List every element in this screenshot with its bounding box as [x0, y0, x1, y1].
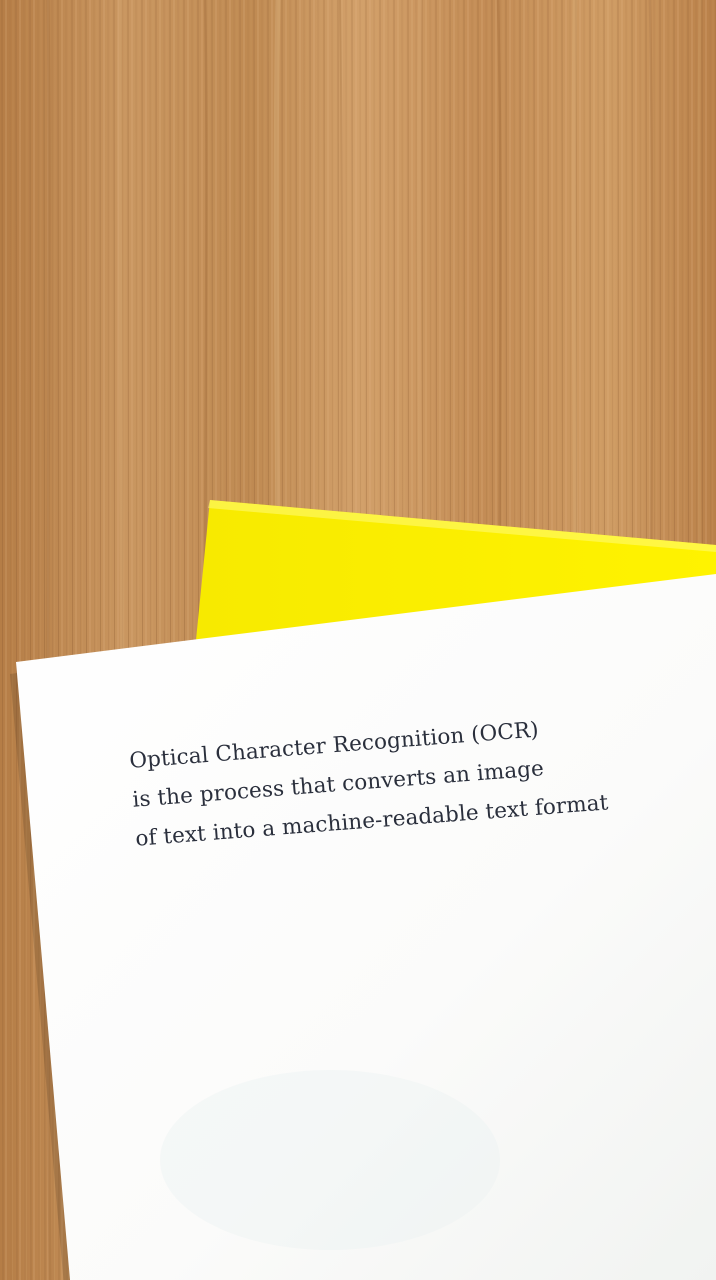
photo-scene: Optical Character Recognition (OCR) is t…: [0, 0, 716, 1280]
desk-and-paper-illustration: [0, 0, 716, 1280]
